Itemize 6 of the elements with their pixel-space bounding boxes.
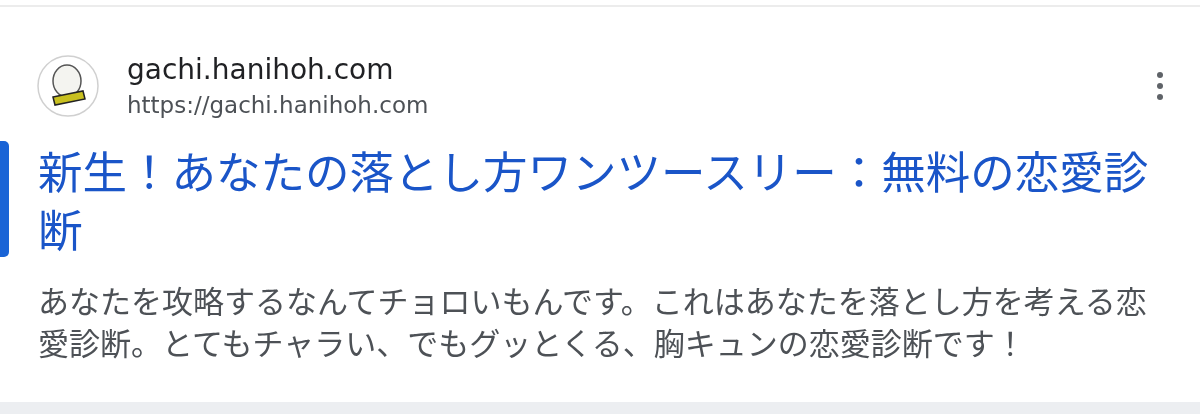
site-logo-icon — [37, 55, 99, 117]
site-url: https://gachi.hanihoh.com — [127, 91, 430, 120]
site-name: gachi.hanihoh.com — [127, 52, 395, 88]
more-options-icon[interactable] — [1155, 71, 1165, 101]
result-title-link[interactable]: 新生！あなたの落とし方ワンツースリー：無料の恋愛診断 — [38, 141, 1160, 257]
result-snippet: あなたを攻略するなんてチョロいもんです。これはあなたを落とし方を考える恋愛診断。とてもチャラい、でもグッとくる、胸キュンの恋愛診断です！ — [38, 279, 1148, 363]
